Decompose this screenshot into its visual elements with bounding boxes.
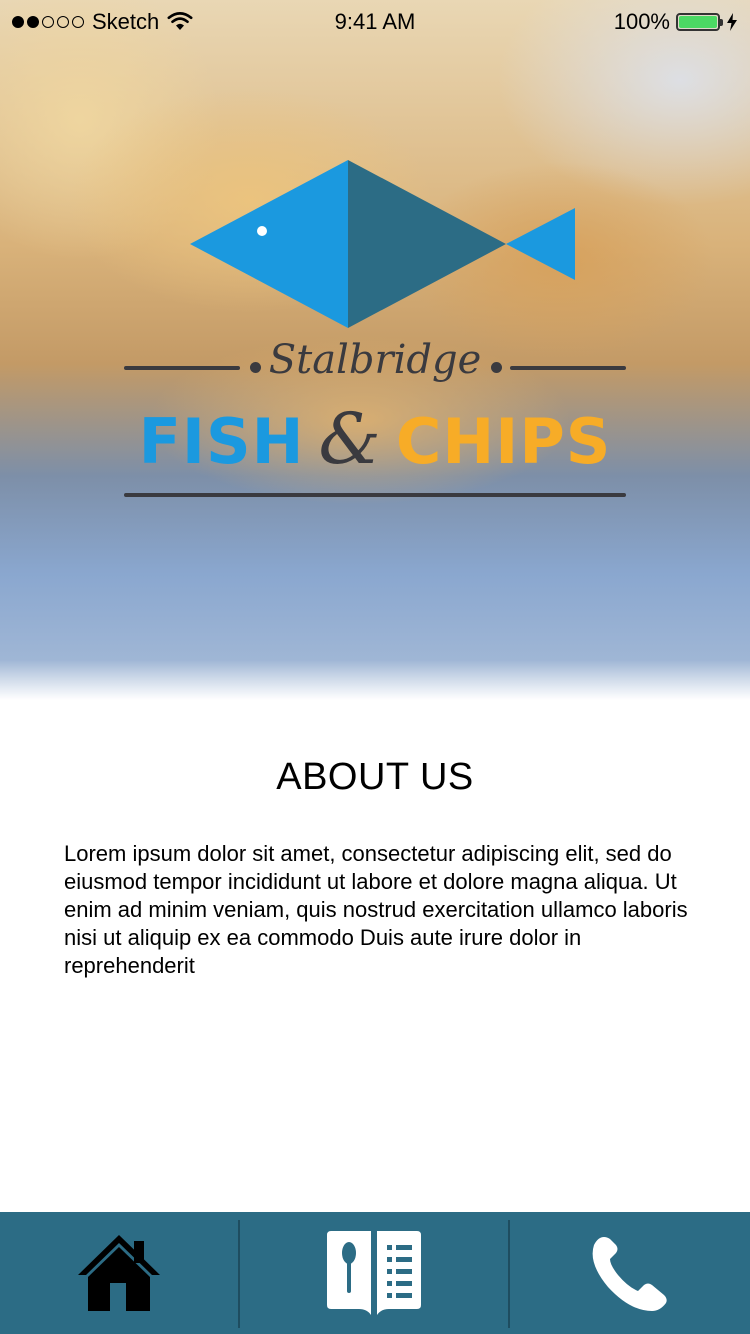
logo-word-fish: FISH	[138, 405, 305, 478]
menu-book-icon	[327, 1231, 421, 1315]
tab-menu[interactable]	[240, 1212, 509, 1334]
logo-bottom-line	[124, 493, 626, 497]
logo-word-chips: CHIPS	[395, 405, 612, 478]
status-right: 100%	[614, 9, 738, 35]
status-bar: Sketch 9:41 AM 100%	[0, 0, 750, 44]
about-title: ABOUT US	[276, 756, 474, 798]
logo-script-name: Stalbridge	[268, 337, 482, 383]
battery-fill	[679, 16, 717, 28]
fish-logo-icon	[190, 160, 575, 328]
charging-bolt-icon	[727, 13, 737, 31]
battery-percent: 100%	[613, 9, 670, 34]
tab-call[interactable]	[510, 1212, 750, 1334]
logo-ampersand: &	[318, 398, 382, 480]
about-body-text: Lorem ipsum dolor sit amet, consectetur …	[64, 841, 688, 978]
bottom-tab-bar	[0, 1212, 750, 1334]
restaurant-logo: Stalbridge FISH & CHIPS	[0, 0, 750, 700]
home-icon	[77, 1235, 160, 1311]
battery-icon	[676, 13, 723, 31]
phone-icon	[592, 1237, 667, 1311]
logo-top-line-right	[510, 366, 626, 370]
logo-brand-name: FISH & CHIPS	[0, 398, 750, 480]
logo-dot-right	[491, 362, 502, 373]
tab-home[interactable]	[0, 1212, 238, 1334]
